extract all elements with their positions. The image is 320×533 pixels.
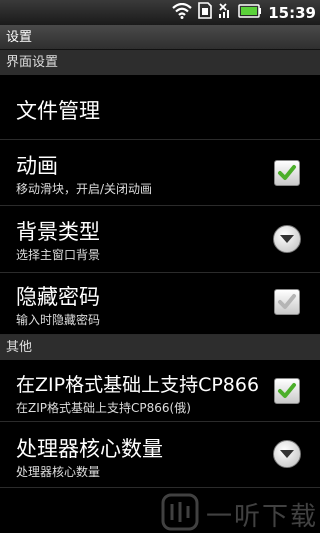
watermark-text: 一听下载 — [206, 502, 319, 532]
pref-title: 隐藏密码 — [16, 285, 100, 309]
status-clock: 15:39 — [268, 3, 316, 22]
checkmark-icon — [278, 383, 296, 398]
zip-cp866-checkbox[interactable] — [274, 378, 300, 404]
pref-title: 文件管理 — [16, 99, 100, 123]
cpu-cores-dropdown-icon[interactable] — [273, 440, 301, 468]
pref-animation[interactable]: 动画 移动滑块，开启/关闭动画 — [0, 140, 320, 206]
pref-title: 处理器核心数量 — [16, 437, 163, 461]
status-icons: 15:39 — [172, 2, 316, 23]
pref-title: 动画 — [16, 154, 58, 178]
battery-icon — [238, 3, 262, 22]
pref-background-type[interactable]: 背景类型 选择主窗口背景 — [0, 206, 320, 273]
pref-hide-password[interactable]: 隐藏密码 输入时隐藏密码 — [0, 273, 320, 335]
checkmark-icon — [278, 165, 296, 180]
wifi-icon — [172, 2, 192, 23]
sim-card-icon — [198, 2, 213, 23]
section-header-interface: 界面设置 — [0, 50, 320, 75]
status-bar: 15:39 — [0, 0, 320, 25]
pref-subtitle: 移动滑块，开启/关闭动画 — [16, 182, 153, 196]
background-dropdown-icon[interactable] — [273, 225, 301, 253]
section-header-other: 其他 — [0, 335, 320, 360]
pref-cpu-cores[interactable]: 处理器核心数量 处理器核心数量 — [0, 422, 320, 488]
pref-subtitle: 处理器核心数量 — [16, 465, 101, 479]
pref-subtitle: 在ZIP格式基础上支持CP866(俄) — [16, 401, 191, 415]
pref-subtitle: 选择主窗口背景 — [16, 248, 101, 262]
animation-checkbox[interactable] — [274, 160, 300, 186]
signal-off-icon — [218, 2, 232, 23]
pref-title: 背景类型 — [16, 220, 100, 244]
watermark-logo-icon — [161, 493, 199, 531]
page-title: 设置 — [0, 25, 320, 50]
pref-zip-cp866[interactable]: 在ZIP格式基础上支持CP866 在ZIP格式基础上支持CP866(俄) — [0, 360, 320, 422]
pref-file-manager[interactable]: 文件管理 — [0, 75, 320, 140]
pref-subtitle: 输入时隐藏密码 — [16, 313, 101, 327]
watermark: 一听下载 — [158, 492, 320, 532]
checkmark-icon — [278, 294, 296, 309]
pref-title: 在ZIP格式基础上支持CP866 — [16, 374, 260, 396]
hide-password-checkbox[interactable] — [274, 289, 300, 315]
